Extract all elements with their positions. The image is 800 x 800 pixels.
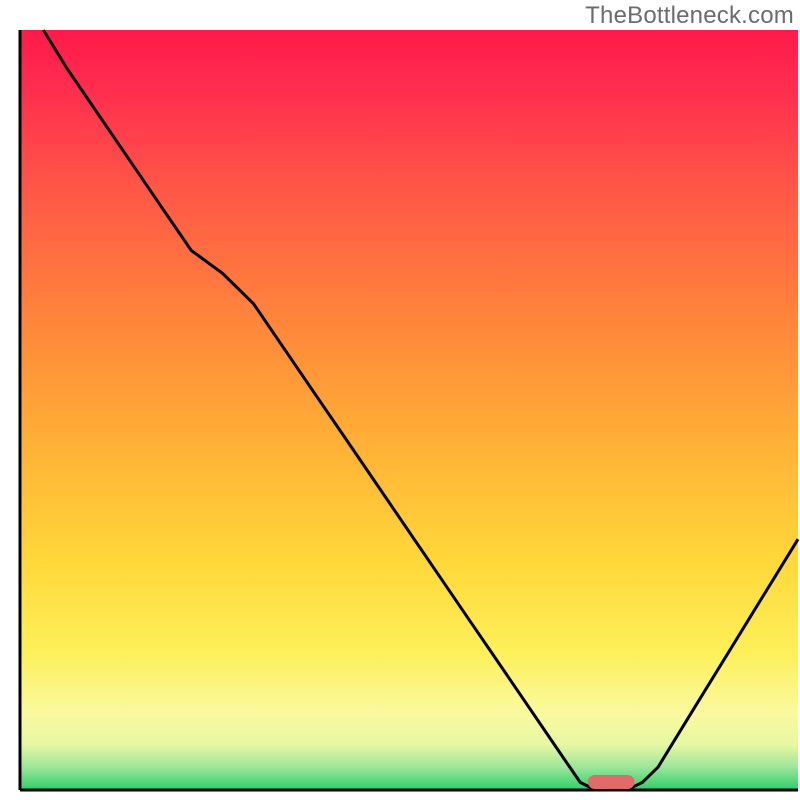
optimal-range-marker [588,775,635,789]
chart-canvas [0,0,800,800]
watermark-text: TheBottleneck.com [585,2,794,30]
plot-background [20,30,798,790]
